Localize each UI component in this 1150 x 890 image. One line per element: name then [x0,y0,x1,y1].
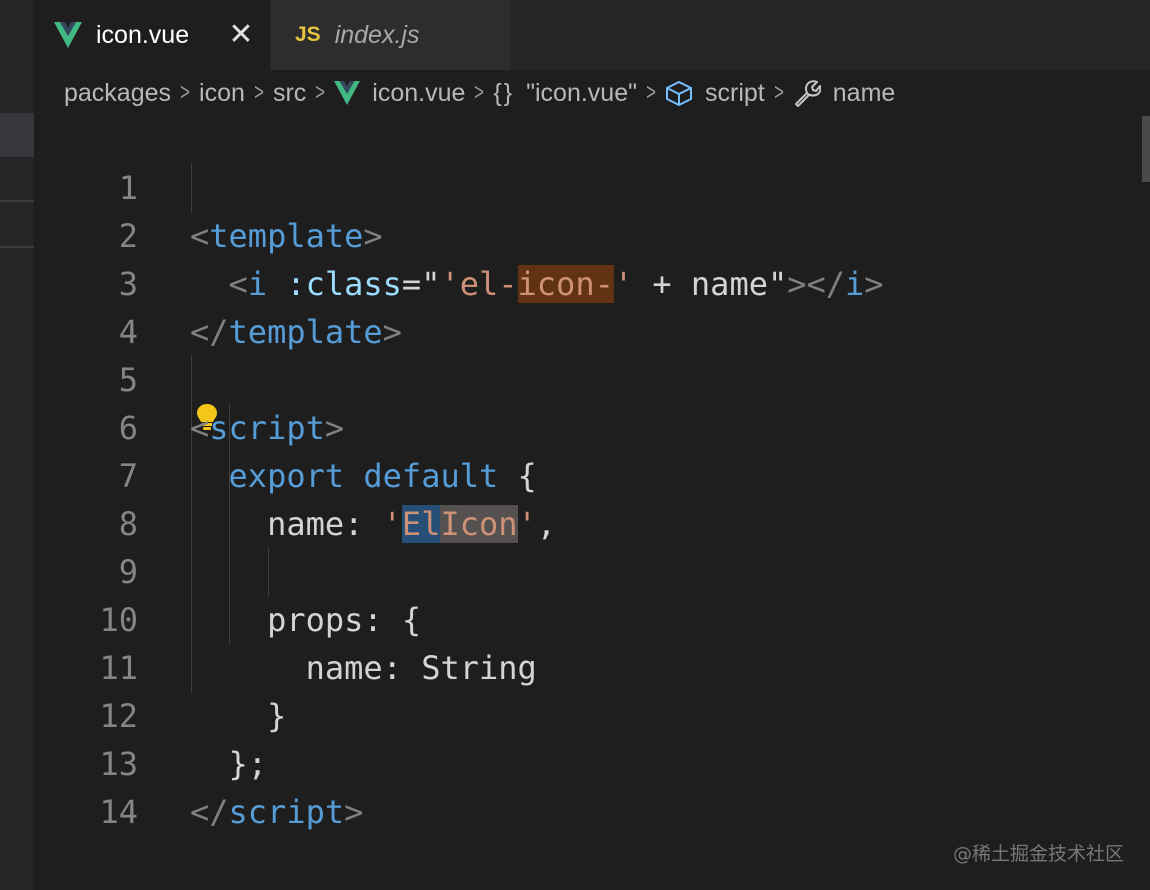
chevron-right-icon: > [474,79,485,106]
breadcrumb-item-packages[interactable]: packages [64,79,171,108]
chevron-right-icon: > [180,79,190,106]
chevron-right-icon: > [773,79,784,106]
code-line: 11 } [34,596,1134,735]
breadcrumb-item-icon[interactable]: icon [199,79,245,108]
breadcrumb-item-file[interactable]: icon.vue [372,79,465,108]
tab-label: icon.vue [96,20,190,49]
sidebar-divider [0,246,34,248]
code-line: 14 [34,740,1134,831]
tab-index-js[interactable]: JS index.js [271,0,511,70]
sidebar-selected-row[interactable] [0,113,34,157]
sidebar-divider [0,200,34,202]
vue-logo-icon [54,22,82,48]
code-line: 5 <script> [34,308,1134,447]
code-line: 7 name: 'ElIcon', [34,404,1134,543]
editor-tab-bar: icon.vue ✕ JS index.js [34,0,1150,70]
cube-icon [666,81,693,106]
breadcrumb-item-module[interactable]: "icon.vue" [526,79,637,108]
close-icon[interactable]: ✕ [226,20,256,50]
breadcrumb-item-src[interactable]: src [273,79,306,108]
code-line: 8 [34,452,1134,543]
breadcrumb-item-name[interactable]: name [833,79,896,108]
code-line: 6 export default { [34,356,1134,495]
code-line: 9 props: { [34,500,1134,639]
code-line: 12 }; [34,644,1134,783]
vue-logo-icon [334,81,361,105]
explorer-sidebar-edge [0,0,34,890]
chevron-right-icon: > [315,79,326,106]
line-number: 14 [99,793,138,831]
module-braces-icon: {} [493,78,515,107]
code-line: 2 <i :class="'el-icon-' + name"></i> [34,164,1134,303]
watermark: @稀土掘金技术社区 [952,843,1124,865]
breadcrumb-item-script[interactable]: script [705,79,765,108]
code-line: 4 [34,260,1134,351]
breadcrumb: packages > icon > src > icon.vue > {} "i… [64,70,1134,116]
scrollbar-thumb[interactable] [1142,116,1150,182]
code-line: 13 </script> [34,692,1134,831]
code-line: 1 <template> [34,116,1134,255]
tab-icon-vue[interactable]: icon.vue ✕ [34,0,270,70]
wrench-icon [794,80,821,107]
tab-label: index.js [334,20,420,49]
chevron-right-icon: > [646,79,656,106]
chevron-right-icon: > [254,79,264,106]
code-line: 10 name: String [34,548,1134,687]
js-file-icon: JS [295,23,321,46]
code-editor[interactable]: 1 <template> 2 <i :class="'el-icon-' + n… [34,116,1142,890]
code-line: 3 </template> [34,212,1134,351]
